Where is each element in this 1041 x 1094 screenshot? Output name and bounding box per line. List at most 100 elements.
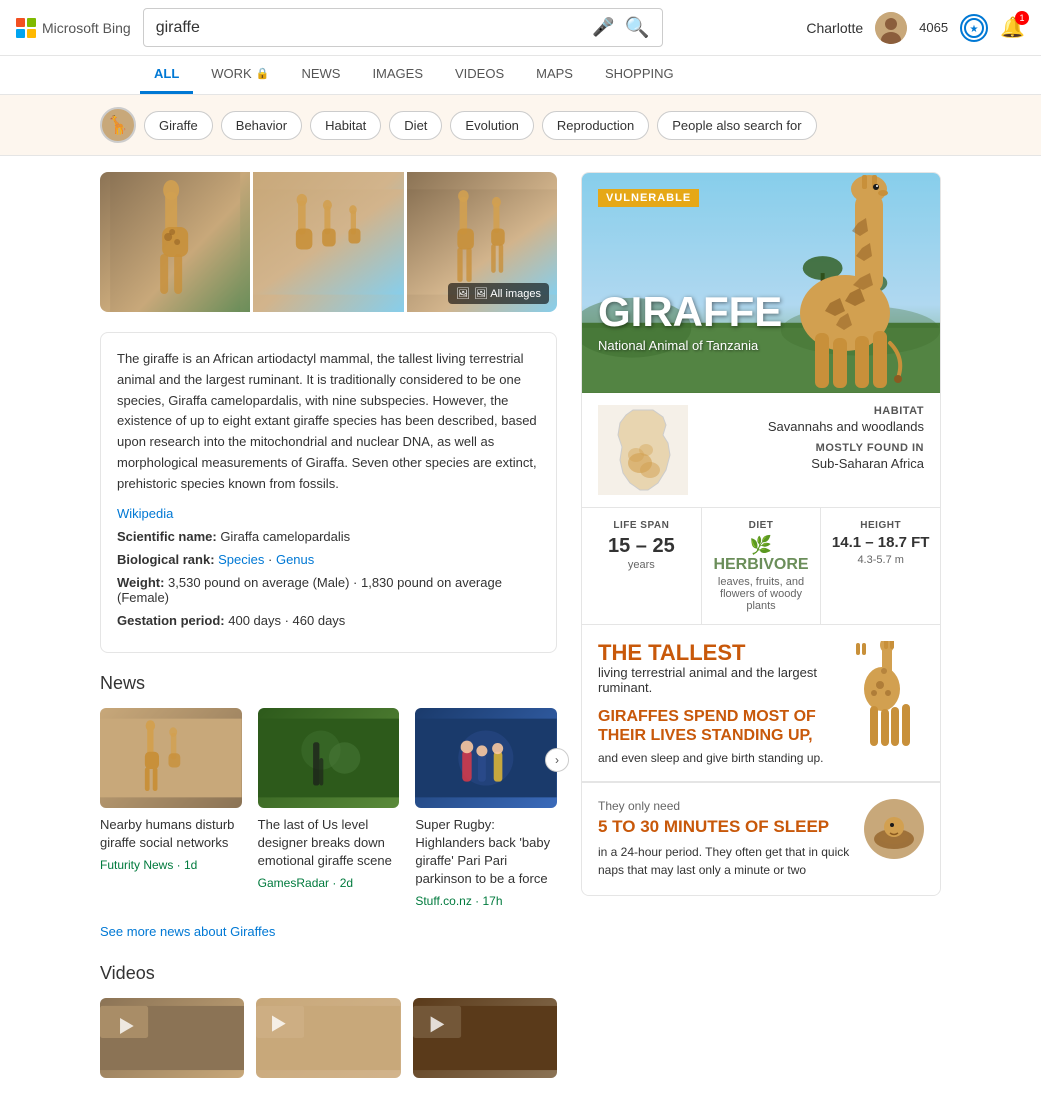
pill-habitat[interactable]: Habitat xyxy=(310,111,381,140)
height-value: 14.1 – 18.7 FT xyxy=(829,535,932,552)
videos-section: Videos xyxy=(100,963,557,1078)
mic-icon[interactable]: 🎤 xyxy=(592,17,614,38)
header-right: Charlotte 4065 ★ 🔔 1 xyxy=(806,12,1025,44)
diet-label: DIET xyxy=(710,520,813,531)
gallery-image-1[interactable] xyxy=(100,172,250,312)
kc-stat-height: HEIGHT 14.1 – 18.7 FT 4.3-5.7 m xyxy=(821,508,940,624)
pill-reproduction[interactable]: Reproduction xyxy=(542,111,649,140)
tab-all-label: ALL xyxy=(154,66,179,81)
logo-sq-green xyxy=(27,18,36,27)
lifespan-sub: years xyxy=(590,559,693,571)
notification-icon[interactable]: 🔔 1 xyxy=(1000,15,1025,40)
news-card-1[interactable]: Nearby humans disturb giraffe social net… xyxy=(100,708,242,909)
tab-videos[interactable]: VIDEOS xyxy=(441,56,518,94)
diet-sub: leaves, fruits, and flowers of woody pla… xyxy=(710,576,813,612)
wikipedia-link[interactable]: Wikipedia xyxy=(117,506,173,521)
vulnerable-badge: VULNERABLE xyxy=(598,189,699,207)
sleep-desc: in a 24-hour period. They often get that… xyxy=(598,843,856,879)
tallest-headline: THE TALLEST xyxy=(598,641,842,665)
lifespan-label: LIFE SPAN xyxy=(590,520,693,531)
kc-info-row: HABITAT Savannahs and woodlands MOSTLY F… xyxy=(582,393,940,507)
all-images-label: 🖼 All images xyxy=(474,287,541,300)
search-bar[interactable]: 🎤 🔍 xyxy=(143,8,663,47)
logo: Microsoft Bing xyxy=(16,18,131,38)
pill-behavior[interactable]: Behavior xyxy=(221,111,302,140)
kc-stats-row: LIFE SPAN 15 – 25 years DIET 🌿 HERBIVORE… xyxy=(582,507,940,625)
video-card-1[interactable] xyxy=(100,998,244,1078)
lifespan-value: 15 – 25 xyxy=(590,535,693,557)
kc-hero: VULNERABLE GIRAFFE National Animal of Ta… xyxy=(582,173,940,393)
news-image-1 xyxy=(100,708,242,808)
pill-people-also-search[interactable]: People also search for xyxy=(657,111,816,140)
news-grid: Nearby humans disturb giraffe social net… xyxy=(100,708,557,909)
gallery-image-2[interactable] xyxy=(253,172,403,312)
news-source-3: Stuff.co.nz · 17h xyxy=(415,894,557,908)
kc-subtitle: National Animal of Tanzania xyxy=(598,338,758,353)
news-next-button[interactable]: › xyxy=(545,748,569,772)
tallest-giraffe-illustration xyxy=(854,641,924,764)
gestation-label: Gestation period: xyxy=(117,613,228,628)
logo-sq-red xyxy=(16,18,25,27)
genus-link[interactable]: Genus xyxy=(276,552,314,567)
all-images-button[interactable]: 🖼 🖼 All images xyxy=(448,283,549,304)
search-input[interactable] xyxy=(156,19,593,37)
stands-up-headline: GIRAFFES SPEND MOST OF THEIR LIVES STAND… xyxy=(598,707,842,745)
fact-biological-rank: Biological rank: Species · Genus xyxy=(117,552,540,567)
tallest-section: THE TALLEST living terrestrial animal an… xyxy=(582,625,940,783)
sleep-nest-icon xyxy=(864,799,924,859)
videos-section-title: Videos xyxy=(100,963,557,984)
news-title-1: Nearby humans disturb giraffe social net… xyxy=(100,816,242,852)
tab-shopping[interactable]: SHOPPING xyxy=(591,56,688,94)
right-column: VULNERABLE GIRAFFE National Animal of Ta… xyxy=(581,172,941,1078)
search-icons: 🎤 🔍 xyxy=(592,15,649,40)
pill-evolution[interactable]: Evolution xyxy=(450,111,533,140)
header: Microsoft Bing 🎤 🔍 Charlotte 4065 ★ 🔔 1 xyxy=(0,0,1041,56)
species-link[interactable]: Species xyxy=(218,552,264,567)
reward-icon[interactable]: ★ xyxy=(960,14,988,42)
tab-news-label: NEWS xyxy=(301,66,340,81)
tab-maps[interactable]: MAPS xyxy=(522,56,587,94)
news-title-3: Super Rugby: Highlanders back 'baby gira… xyxy=(415,816,557,889)
description-box: The giraffe is an African artiodactyl ma… xyxy=(100,332,557,653)
tab-news[interactable]: NEWS xyxy=(287,56,354,94)
sleep-text: They only need 5 TO 30 MINUTES OF SLEEP … xyxy=(598,799,856,879)
gallery-image-3[interactable]: 🖼 🖼 All images xyxy=(407,172,557,312)
tab-images[interactable]: IMAGES xyxy=(358,56,437,94)
news-title-2: The last of Us level designer breaks dow… xyxy=(258,816,400,871)
video-card-3[interactable] xyxy=(413,998,557,1078)
video-card-2[interactable] xyxy=(256,998,400,1078)
knowledge-card: VULNERABLE GIRAFFE National Animal of Ta… xyxy=(581,172,941,896)
kc-stat-diet: DIET 🌿 HERBIVORE leaves, fruits, and flo… xyxy=(702,508,822,624)
nav-tabs: ALL WORK 🔒 NEWS IMAGES VIDEOS MAPS SHOPP… xyxy=(0,56,1041,95)
tab-work[interactable]: WORK 🔒 xyxy=(197,56,283,94)
logo-sq-blue xyxy=(16,29,25,38)
all-images-icon: 🖼 xyxy=(456,287,470,300)
news-card-3[interactable]: Super Rugby: Highlanders back 'baby gira… xyxy=(415,708,557,909)
tallest-desc: living terrestrial animal and the larges… xyxy=(598,665,842,695)
news-card-2[interactable]: The last of Us level designer breaks dow… xyxy=(258,708,400,909)
news-source-1: Futurity News · 1d xyxy=(100,858,242,872)
left-column: 🖼 🖼 All images The giraffe is an African… xyxy=(100,172,557,1078)
logo-text: Microsoft Bing xyxy=(42,20,131,36)
tab-all[interactable]: ALL xyxy=(140,56,193,94)
kc-stat-lifespan: LIFE SPAN 15 – 25 years xyxy=(582,508,702,624)
user-avatar[interactable] xyxy=(875,12,907,44)
pill-giraffe[interactable]: Giraffe xyxy=(144,111,213,140)
lock-icon: 🔒 xyxy=(256,67,270,80)
search-icon[interactable]: 🔍 xyxy=(625,15,650,40)
pill-diet[interactable]: Diet xyxy=(389,111,442,140)
fact-scientific-name: Scientific name: Giraffa camelopardalis xyxy=(117,529,540,544)
kc-habitat-info: HABITAT Savannahs and woodlands MOSTLY F… xyxy=(696,405,924,495)
tab-maps-label: MAPS xyxy=(536,66,573,81)
see-more-news-link[interactable]: See more news about Giraffes xyxy=(100,924,557,939)
tallest-text: THE TALLEST living terrestrial animal an… xyxy=(598,641,842,766)
news-source-2: GamesRadar · 2d xyxy=(258,876,400,890)
fact-weight: Weight: 3,530 pound on average (Male) · … xyxy=(117,575,540,605)
weight-label: Weight: xyxy=(117,575,168,590)
diet-value: HERBIVORE xyxy=(710,556,813,574)
user-name: Charlotte xyxy=(806,20,863,36)
habitat-label: HABITAT xyxy=(696,405,924,417)
tab-work-label: WORK xyxy=(211,66,251,81)
news-section: News xyxy=(100,673,557,940)
kc-title-overlay: GIRAFFE xyxy=(598,291,782,333)
